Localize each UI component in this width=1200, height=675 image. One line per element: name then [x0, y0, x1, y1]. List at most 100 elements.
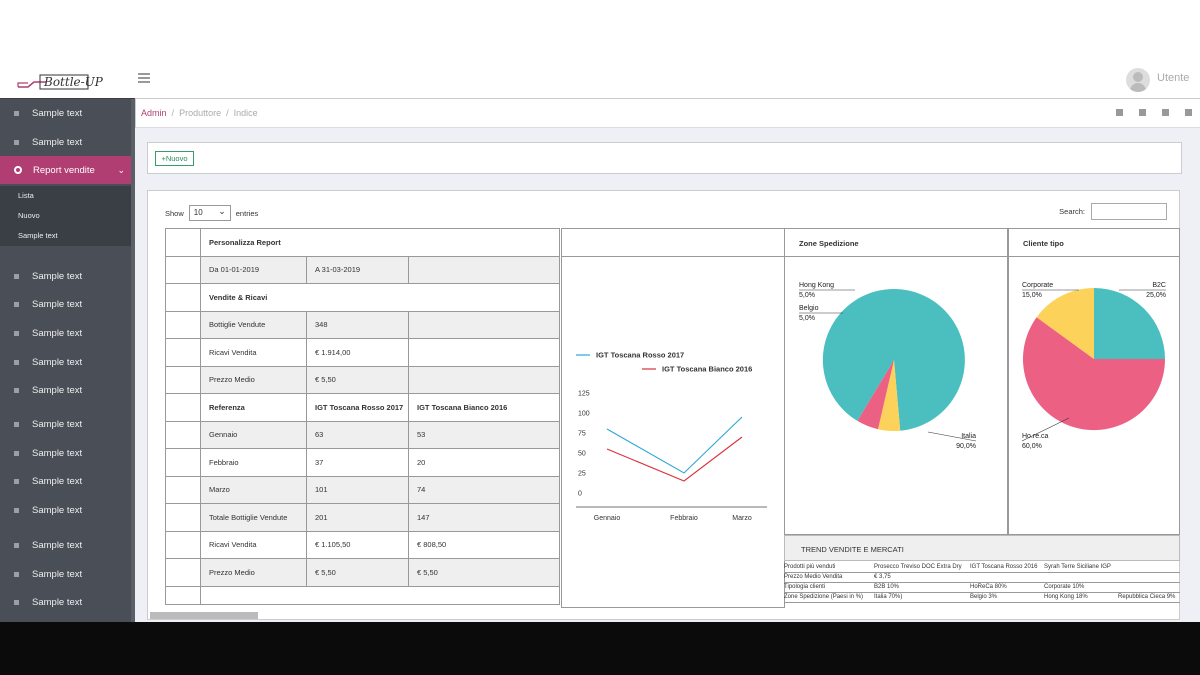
cliente-tipo-panel: Cliente tipo Corporate 15,0% B2C 25,0% Ho.re… — [1008, 228, 1180, 535]
entries-control: Show 10 entries — [165, 204, 258, 221]
pie-value: 60,0% — [1022, 443, 1042, 450]
submenu-item-lista[interactable]: Lista — [0, 186, 131, 206]
control-icon[interactable] — [1116, 109, 1123, 116]
series-line — [606, 436, 743, 482]
sidebar-item[interactable]: Sample text — [0, 496, 135, 524]
bullet-icon — [14, 110, 19, 116]
y-tick-label: 125 — [578, 391, 590, 398]
row-value: € 1.914,00 — [306, 338, 409, 367]
line-chart-panel: IGT Toscana Rosso 2017 IGT Toscana Bianco… — [561, 228, 785, 608]
sidebar-item[interactable]: Sample text — [0, 348, 135, 376]
trend-cell: B2B 10% — [874, 584, 900, 590]
submenu: Lista Nuovo Sample text — [0, 186, 131, 246]
legend-label: IGT Toscana Bianco 2016 — [662, 365, 752, 374]
main-content: +Nuovo Show 10 entries Search: Personali… — [135, 128, 1200, 622]
breadcrumb-indice: Indice — [233, 108, 258, 118]
column-header: IGT Toscana Rosso 2017 — [306, 393, 409, 422]
row-label: Ricavi Vendita — [200, 338, 307, 367]
pie-value: 90,0% — [956, 443, 976, 450]
zone-spedizione-title: Zone Spedizione — [785, 229, 1007, 257]
sidebar-item[interactable]: Sample text — [0, 128, 135, 156]
trend-title: TREND VENDITE E MERCATI — [784, 535, 1180, 561]
x-tick-label: Gennaio — [594, 515, 621, 522]
cliente-tipo-title: Cliente tipo — [1009, 229, 1179, 257]
trend-row: Zone Spedizione (Paesi in %) Italia 70%) B… — [784, 593, 1180, 603]
row-value: 53 — [408, 420, 560, 449]
sidebar-item[interactable]: Sample text — [0, 99, 135, 127]
row-value: € 5,50 — [306, 558, 409, 587]
bottom-bar — [0, 622, 1200, 675]
row-value: 101 — [306, 475, 409, 504]
pie-value: 5,0% — [799, 292, 815, 299]
sidebar-item[interactable]: Sample text — [0, 290, 135, 318]
menu-icon[interactable] — [138, 73, 150, 85]
sidebar-item[interactable]: Sample text — [0, 467, 135, 495]
trend-cell: IGT Toscana Rosso 2016 — [970, 564, 1038, 570]
sidebar-item[interactable]: Sample text — [0, 410, 135, 438]
sidebar-item[interactable]: Sample text — [0, 319, 135, 347]
window-controls — [1116, 109, 1192, 116]
breadcrumb-produttore[interactable]: Produttore — [179, 108, 221, 118]
submenu-item-sample[interactable]: Sample text — [0, 226, 131, 246]
row-value: 74 — [408, 475, 560, 504]
sidebar-item[interactable]: Sample text — [0, 531, 135, 559]
user-name[interactable]: Utente — [1157, 72, 1189, 84]
trend-cell: Italia 70%) — [874, 594, 903, 600]
trend-row: Prezzo Medio Vendita € 3,75 — [784, 573, 1180, 583]
new-button[interactable]: +Nuovo — [155, 151, 194, 166]
trend-cell: Belgio 3% — [970, 594, 998, 600]
sidebar-item[interactable]: Sample text — [0, 588, 135, 616]
row-value: 63 — [306, 420, 409, 449]
breadcrumb-separator: / — [169, 108, 177, 118]
row-value: 147 — [408, 503, 560, 532]
pie-label: Belgio — [799, 305, 819, 312]
trend-table: Prodotti più venduti Prosecco Treviso DOC… — [784, 563, 1180, 603]
control-icon[interactable] — [1139, 109, 1146, 116]
breadcrumb-admin[interactable]: Admin — [141, 108, 167, 118]
row-value: 20 — [408, 448, 560, 477]
sidebar-item-report-vendite[interactable]: Report vendite ⌄ — [0, 156, 135, 184]
breadcrumb-bar: Admin / Produttore / Indice — [135, 98, 1200, 128]
row-label: Ricavi Vendita — [200, 530, 307, 559]
row-label: Prezzo Medio — [200, 558, 307, 587]
pie-label: Corporate — [1022, 282, 1053, 289]
date-to[interactable]: A 31-03-2019 — [306, 255, 409, 284]
row-label: Marzo — [200, 475, 307, 504]
trend-cell: Hong Kong 18% — [1044, 594, 1088, 600]
row-label: Febbraio — [200, 448, 307, 477]
user-avatar-icon[interactable] — [1126, 68, 1150, 92]
bullet-icon — [14, 359, 19, 365]
sidebar-item[interactable]: Sample text — [0, 560, 135, 588]
control-icon[interactable] — [1185, 109, 1192, 116]
report-title: Personalizza Report — [200, 228, 560, 257]
y-tick-label: 0 — [578, 491, 582, 498]
trend-row: Tipologia clienti B2B 10% HoReCa 80% Corpor… — [784, 583, 1180, 593]
submenu-item-nuovo[interactable]: Nuovo — [0, 206, 131, 226]
sidebar-item[interactable]: Sample text — [0, 262, 135, 290]
bottle-up-logo[interactable]: Bottle-UP — [16, 70, 116, 92]
toolbar: +Nuovo — [147, 142, 1182, 174]
bullet-icon — [14, 330, 19, 336]
trend-cell: Prosecco Treviso DOC Extra Dry — [874, 564, 962, 570]
sidebar-item[interactable]: Sample text — [0, 376, 135, 404]
breadcrumb-separator: / — [223, 108, 232, 118]
date-from[interactable]: Da 01-01-2019 — [200, 255, 307, 284]
control-icon[interactable] — [1162, 109, 1169, 116]
trend-cell: Prodotti più venduti — [784, 564, 836, 570]
pie-value: 15,0% — [1022, 292, 1042, 299]
trend-cell: Syrah Terre Siciliane IGP — [1044, 564, 1111, 570]
search-input[interactable] — [1091, 203, 1167, 220]
row-value: 201 — [306, 503, 409, 532]
horizontal-scrollbar[interactable] — [150, 612, 258, 619]
pie-value: 5,0% — [799, 315, 815, 322]
y-tick-label: 25 — [578, 471, 586, 478]
row-value: € 808,50 — [408, 530, 560, 559]
entries-select[interactable]: 10 — [188, 204, 231, 221]
y-tick-label: 75 — [578, 431, 586, 438]
section-title: Vendite & Ricavi — [200, 283, 560, 312]
sidebar-item[interactable]: Sample text — [0, 439, 135, 467]
row-label: Bottiglie Vendute — [200, 310, 307, 339]
report-table: Personalizza Report Da 01-01-2019 A 31-0… — [165, 228, 560, 605]
trend-cell: Tipologia clienti — [784, 584, 826, 590]
y-tick-label: 50 — [578, 451, 586, 458]
